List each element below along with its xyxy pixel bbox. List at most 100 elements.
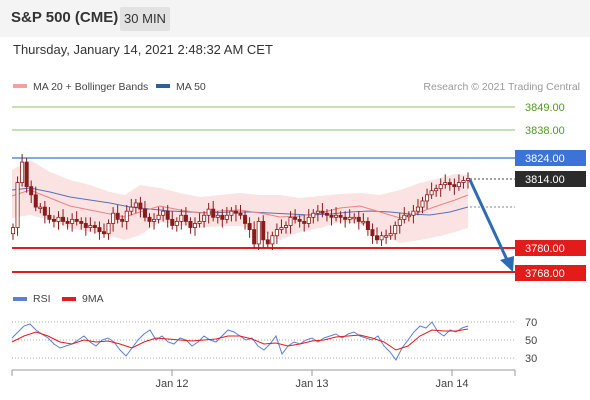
candle-body [343,216,348,220]
level-label-3768: 3768.00 [525,268,565,280]
rsi-level-30: 30 [525,353,537,365]
candle-body [10,227,15,235]
candle-body [111,212,116,224]
candle-body [434,188,439,192]
candle-body [120,218,125,222]
candle-body [133,202,138,208]
candle-body [393,225,398,235]
candle-body [374,235,379,241]
candle-body [415,206,420,212]
rsi-level-50: 50 [525,335,537,347]
candle-body [443,182,448,185]
candle-body [83,223,88,228]
x-label-jan13: Jan 13 [295,378,328,390]
forecast-arrow-shaft [468,179,510,263]
candle-body [329,214,334,218]
level-label-3824: 3824.00 [525,153,565,165]
bollinger-legend-label: MA 20 + Bollinger Bands [33,81,148,93]
candle-body [152,218,157,222]
candle-body [224,214,229,220]
candle-body [261,221,266,241]
candle-body [384,235,389,238]
candle-body [361,221,366,224]
candle-body [324,212,329,216]
candle-body [238,212,243,216]
candle-body [215,214,220,218]
candle-body [15,182,20,228]
candle-body [379,235,384,241]
candle-body [452,184,457,188]
candle-body [397,218,402,226]
candle-body [447,182,452,185]
forecast-arrow [468,179,514,272]
candle-body [20,161,25,183]
candle-body [192,223,197,228]
candle-body [347,216,352,220]
rsi-ma-legend-swatch [62,297,76,301]
candle-body [229,210,234,216]
candle-body [352,216,357,220]
candle-body [288,216,293,226]
candle-body [306,216,311,224]
x-label-jan14: Jan 14 [435,378,468,390]
candle-body [283,225,288,228]
rsi-legend-label: RSI [33,293,51,305]
candle-body [465,178,470,181]
forecast-arrow-head [500,256,514,272]
candle-body [161,210,166,216]
rsi-level-70: 70 [525,317,537,329]
candle-body [202,214,207,222]
level-label-3849: 3849.00 [525,102,565,114]
main-legend: MA 20 + Bollinger Bands MA 50 Research ©… [13,81,580,93]
candle-body [170,218,175,226]
candle-body [429,190,434,196]
candle-body [320,210,325,214]
candle-body [88,225,93,228]
candle-body [370,229,375,237]
candle-body [293,216,298,220]
candle-body [456,182,461,188]
level-label-3838: 3838.00 [525,125,565,137]
candle-body [206,208,211,216]
bollinger-legend-swatch [13,84,27,88]
candle-body [47,214,52,220]
candle-body [247,223,252,230]
chart-canvas: MA 20 + Bollinger Bands MA 50 Research ©… [10,81,586,390]
candle-body [188,221,193,228]
candle-body [115,212,120,220]
candle-body [70,218,75,224]
candle-body [92,225,97,228]
candle-body [243,214,248,224]
candle-body [183,214,188,222]
candle-body [338,214,343,218]
candle-body [124,210,129,222]
candle-body [102,231,107,235]
candle-body [74,218,79,222]
rsi-legend: RSI 9MA [13,293,104,305]
candle-body [33,194,38,208]
candle-body [42,206,47,216]
candle-body [97,227,102,233]
candle-body [420,200,425,208]
candle-body [24,161,29,188]
candle-body [138,202,143,210]
candle-body [315,210,320,214]
candle-body [438,184,443,190]
candle-body [302,221,307,224]
x-label-jan12: Jan 12 [155,378,188,390]
candle-body [56,216,61,222]
rsi-ma-legend-label: 9MA [82,293,104,305]
rsi-legend-swatch [13,297,27,301]
ma50-legend-label: MA 50 [176,81,206,93]
candle-body [165,210,170,220]
candle-body [142,208,147,218]
candle-body [406,214,411,218]
candle-body [252,229,257,245]
candle-body [220,214,225,220]
candle-body [197,221,202,224]
candle-body [461,180,466,183]
candle-body [211,208,216,218]
candle-body [356,216,361,222]
candle-body [51,218,56,222]
candle-body [147,216,152,222]
